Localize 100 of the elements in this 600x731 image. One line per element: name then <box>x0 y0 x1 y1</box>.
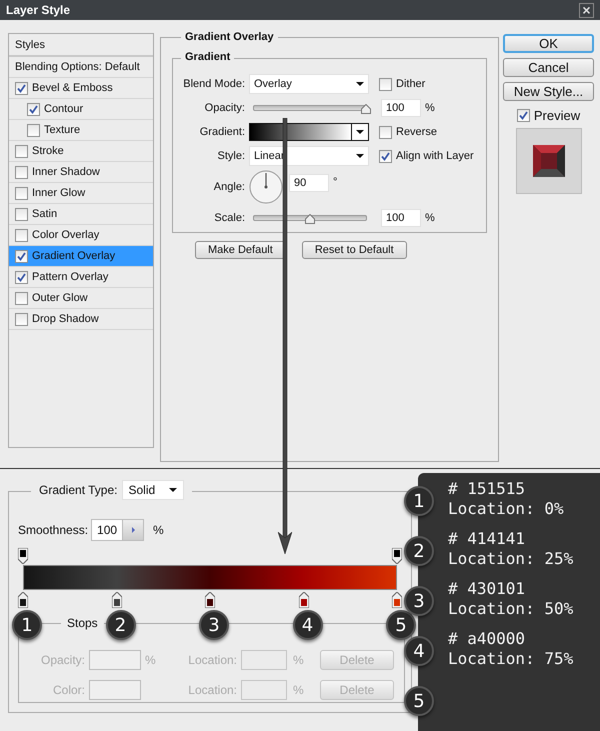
color-stop[interactable] <box>298 592 308 608</box>
gradient-picker[interactable] <box>249 123 369 141</box>
style-list-item[interactable]: Contour <box>9 99 153 120</box>
dropdown[interactable]: Overlay <box>249 74 369 94</box>
angle-dial[interactable] <box>249 170 283 204</box>
default-button[interactable]: OK <box>503 34 594 53</box>
number-field[interactable]: 90 <box>289 174 329 192</box>
field-label: Scale: <box>213 212 246 224</box>
checkbox[interactable] <box>15 82 28 94</box>
checkbox-label: Outer Glow <box>32 292 88 304</box>
dialog-button[interactable]: New Style... <box>503 82 594 101</box>
checkbox[interactable] <box>15 208 28 220</box>
style-list-item[interactable]: Stroke <box>9 141 153 162</box>
style-list-item[interactable]: Gradient Overlay <box>9 246 153 267</box>
checkbox-label: Gradient Overlay <box>32 250 116 262</box>
style-list-item[interactable]: Drop Shadow <box>9 309 153 330</box>
style-list-item[interactable]: Texture <box>9 120 153 141</box>
checkbox[interactable] <box>15 186 28 200</box>
checkbox[interactable] <box>379 126 392 138</box>
checkbox[interactable] <box>516 109 530 122</box>
color-stop[interactable] <box>18 592 28 608</box>
number-badge: 2 <box>106 610 136 640</box>
field-label: Gradient: <box>198 126 246 138</box>
style-list-item[interactable]: Blending Options: Default <box>9 57 153 78</box>
checkbox[interactable] <box>15 144 28 158</box>
location-value: Location: 50% <box>448 599 574 619</box>
opacity-stop[interactable] <box>18 548 28 564</box>
style-list-item[interactable]: Inner Shadow <box>9 162 153 183</box>
preview-thumbnail <box>516 128 582 194</box>
unit-label: % <box>292 683 304 697</box>
checkbox-label: Bevel & Emboss <box>32 82 113 94</box>
dialog-button[interactable]: Cancel <box>503 58 594 77</box>
checkbox-label: Drop Shadow <box>32 313 99 325</box>
checkbox[interactable] <box>15 228 28 242</box>
checkbox-label: Stroke <box>32 145 64 157</box>
color-stop[interactable] <box>392 592 402 608</box>
field-label: Location: <box>187 683 238 697</box>
unit-label: % <box>425 212 435 224</box>
checkbox[interactable] <box>27 124 40 136</box>
field-label: Location: <box>187 653 238 667</box>
slider[interactable] <box>253 215 367 221</box>
location-field[interactable] <box>241 650 287 670</box>
caret-icon <box>168 488 176 492</box>
style-list-item[interactable]: Satin <box>9 204 153 225</box>
hex-value: # 151515 <box>448 479 526 499</box>
slider-thumb[interactable] <box>361 104 371 114</box>
checkbox[interactable] <box>15 166 28 178</box>
section-title: Gradient Overlay <box>181 31 278 43</box>
checkbox[interactable] <box>15 312 28 326</box>
field-label: Color: <box>52 683 86 697</box>
field-label: Blend Mode: <box>182 78 246 90</box>
dropdown[interactable]: Linear <box>249 146 369 166</box>
checkbox[interactable] <box>379 78 392 90</box>
close-button[interactable]: × <box>579 2 594 18</box>
number-field[interactable]: 100 <box>381 99 421 117</box>
group-title: Gradient <box>181 51 234 63</box>
slider-thumb[interactable] <box>305 214 315 224</box>
number-badge: 3 <box>199 610 229 640</box>
checkbox[interactable] <box>379 150 392 162</box>
number-badge: 4 <box>292 610 322 640</box>
checkbox[interactable] <box>15 250 28 262</box>
style-list-item[interactable]: Bevel & Emboss <box>9 78 153 99</box>
style-list-item[interactable]: Outer Glow <box>9 288 153 309</box>
dropdown[interactable]: Solid <box>122 480 184 500</box>
checkbox[interactable] <box>15 270 28 284</box>
action-button[interactable]: Reset to Default <box>302 241 407 259</box>
checkbox-label: Pattern Overlay <box>32 271 108 283</box>
checkbox[interactable] <box>15 292 28 304</box>
field-label: Gradient Type: <box>39 483 118 497</box>
location-value: Location: 0% <box>448 499 565 519</box>
unit-label: % <box>144 653 157 667</box>
color-stop[interactable] <box>205 592 215 608</box>
gradient-bar[interactable] <box>23 565 397 590</box>
caret-icon <box>356 154 364 158</box>
unit-label: ° <box>333 176 338 188</box>
checkbox-label: Reverse <box>396 126 437 138</box>
group-title: Stops <box>61 616 104 630</box>
unit-label: % <box>292 653 304 667</box>
number-badge: 4 <box>404 636 434 666</box>
unit-label: % <box>425 102 435 114</box>
style-list-item[interactable]: Inner Glow <box>9 183 153 204</box>
arrow-icon <box>132 527 135 533</box>
style-list-item[interactable]: Pattern Overlay <box>9 267 153 288</box>
hex-value: # 414141 <box>448 529 526 549</box>
checkbox-label: Color Overlay <box>32 229 100 241</box>
hex-value: # a40000 <box>448 629 526 649</box>
color-stop[interactable] <box>112 592 122 608</box>
number-badge: 2 <box>404 536 434 566</box>
field-label: Opacity: <box>204 102 246 114</box>
checkbox-label: Contour <box>44 103 84 115</box>
location-field[interactable] <box>241 680 287 700</box>
checkbox-label: Satin <box>32 208 58 220</box>
field-label: Angle: <box>212 181 246 193</box>
location-value: Location: 25% <box>448 549 574 569</box>
number-badge: 1 <box>12 610 42 640</box>
caret-icon <box>356 130 364 134</box>
opacity-stop[interactable] <box>392 548 402 564</box>
number-field[interactable]: 100 <box>381 209 421 227</box>
number-stepper[interactable]: 100 <box>91 519 144 541</box>
checkbox[interactable] <box>27 102 40 116</box>
